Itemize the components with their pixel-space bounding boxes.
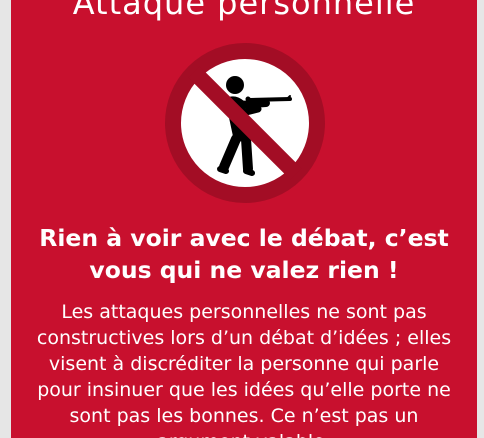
argument-card: Attaque personnelle Rien à voir avec le … [11,0,477,438]
description-line: Les attaques personnelles ne sont pas [61,301,427,323]
description-line: visent à discréditer la personne qui par… [48,353,440,375]
subtitle-line: vous qui ne valez rien ! [89,256,399,284]
no-shooting-prohibition-icon [165,43,325,203]
card-subtitle: Rien à voir avec le débat, c’est vous qu… [11,222,477,286]
card-description: Les attaques personnelles ne sont pas co… [11,299,477,438]
description-line: constructives lors d’un débat d’idées ; … [36,327,452,349]
description-line: sont pas les bonnes. Ce n’est pas un [69,405,419,427]
subtitle-line: Rien à voir avec le débat, c’est [39,224,449,252]
card-title: Attaque personnelle [72,0,416,22]
description-line: pour insinuer que les idées qu’elle port… [37,379,451,401]
description-line: argument valable. [11,429,477,438]
